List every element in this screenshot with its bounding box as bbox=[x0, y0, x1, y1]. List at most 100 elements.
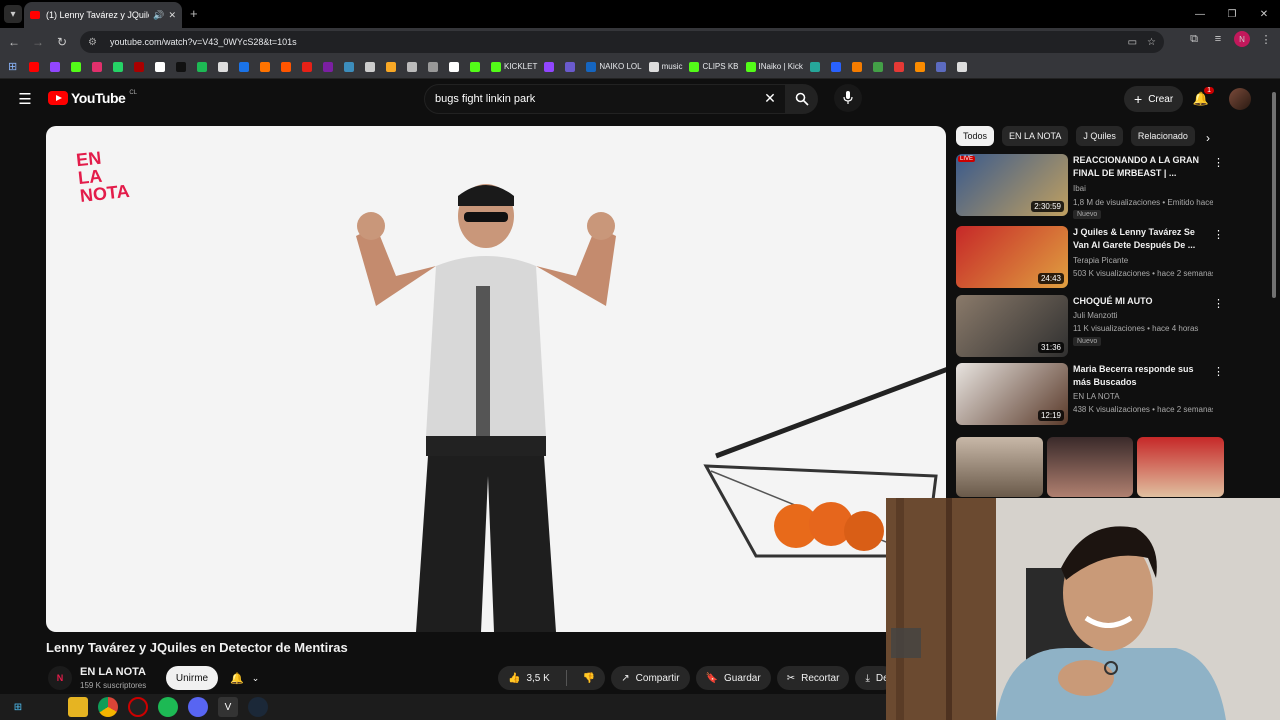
channel-name[interactable]: EN LA NOTA bbox=[80, 666, 146, 678]
recommendation-channel[interactable]: Ibai bbox=[1073, 184, 1213, 193]
bookmark-item[interactable] bbox=[956, 60, 971, 74]
bookmark-item[interactable] bbox=[176, 60, 190, 74]
dislike-button[interactable]: 👎 bbox=[573, 666, 605, 690]
scrollbar-thumb[interactable] bbox=[1272, 92, 1276, 298]
media-controls-icon[interactable]: ≡ bbox=[1210, 31, 1226, 47]
bookmark-star-icon[interactable]: ☆ bbox=[1147, 37, 1156, 48]
steam-icon[interactable] bbox=[248, 697, 268, 717]
menu-icon[interactable]: ☰ bbox=[16, 90, 34, 108]
subscription-bell-button[interactable]: 🔔 ⌄ bbox=[226, 666, 268, 690]
recommendation-item[interactable]: 31:36 CHOQUÉ MI AUTO Juli Manzotti 11 K … bbox=[956, 295, 1224, 359]
more-vert-icon[interactable]: ⋮ bbox=[1213, 365, 1224, 378]
bookmark-item[interactable] bbox=[260, 60, 274, 74]
recommendation-item[interactable]: 24:43 J Quiles & Lenny Tavárez Se Van Al… bbox=[956, 226, 1224, 290]
file-explorer-icon[interactable] bbox=[68, 697, 88, 717]
bookmark-item[interactable] bbox=[218, 60, 232, 74]
bookmark-item[interactable] bbox=[449, 60, 463, 74]
windows-start-icon[interactable]: ⊞ bbox=[8, 697, 28, 717]
bookmark-item[interactable] bbox=[428, 60, 442, 74]
bookmark-item[interactable] bbox=[407, 60, 421, 74]
bookmark-item[interactable] bbox=[29, 60, 43, 74]
more-vert-icon[interactable]: ⋮ bbox=[1213, 297, 1224, 310]
bookmark-item[interactable] bbox=[323, 60, 337, 74]
bookmark-item[interactable] bbox=[281, 60, 295, 74]
mic-icon[interactable] bbox=[834, 84, 862, 112]
chip-en-la-nota[interactable]: EN LA NOTA bbox=[1002, 126, 1069, 146]
tab-close-icon[interactable]: ✕ bbox=[168, 10, 176, 21]
recommendation-channel[interactable]: Terapia Picante bbox=[1073, 256, 1213, 265]
tab-search-icon[interactable]: ▾ bbox=[4, 5, 22, 23]
recommendation-channel[interactable]: EN LA NOTA bbox=[1073, 392, 1213, 401]
chip-relacionado[interactable]: Relacionado bbox=[1130, 126, 1195, 146]
recommendation-channel[interactable]: Juli Manzotti bbox=[1073, 311, 1213, 320]
bookmark-item[interactable] bbox=[914, 60, 929, 74]
bookmark-item[interactable] bbox=[113, 60, 127, 74]
bookmark-item[interactable] bbox=[470, 60, 484, 74]
extensions-icon[interactable]: ⧉ bbox=[1186, 31, 1202, 47]
bookmark-item[interactable] bbox=[71, 60, 85, 74]
recommendation-thumbnail[interactable]: 12:19 bbox=[956, 363, 1068, 425]
chrome-icon[interactable] bbox=[98, 697, 118, 717]
page-scrollbar[interactable] bbox=[1270, 86, 1278, 298]
bookmark-item[interactable] bbox=[50, 60, 64, 74]
recommendation-item[interactable]: LIVE 2:30:59 REACCIONANDO A LA GRAN FINA… bbox=[956, 154, 1224, 219]
install-app-icon[interactable]: ▭ bbox=[1128, 37, 1137, 48]
short-thumbnail[interactable] bbox=[1137, 437, 1225, 497]
bookmark-item[interactable] bbox=[935, 60, 950, 74]
recommendation-title[interactable]: Maria Becerra responde sus más Buscados bbox=[1073, 363, 1207, 389]
video-player[interactable]: EN LA NOTA bbox=[46, 126, 946, 632]
bookmark-item[interactable] bbox=[155, 60, 169, 74]
bell-icon[interactable]: 🔔 1 bbox=[1190, 87, 1214, 110]
vegas-icon[interactable]: V bbox=[218, 697, 238, 717]
more-vert-icon[interactable]: ⋮ bbox=[1213, 156, 1224, 169]
account-avatar[interactable] bbox=[1229, 88, 1251, 110]
bookmark-item[interactable] bbox=[365, 60, 379, 74]
profile-avatar[interactable]: N bbox=[1234, 31, 1250, 47]
search-icon[interactable] bbox=[786, 84, 818, 114]
taskbar-search-icon[interactable] bbox=[38, 697, 58, 717]
chip-j-quiles[interactable]: J Quiles bbox=[1076, 126, 1123, 146]
recommendation-thumbnail[interactable]: 31:36 bbox=[956, 295, 1068, 357]
chip-todos[interactable]: Todos bbox=[956, 126, 995, 146]
new-tab-button[interactable]: + bbox=[190, 6, 198, 21]
bookmark-item[interactable] bbox=[302, 60, 316, 74]
bookmark-item[interactable]: CLIPS KB bbox=[689, 60, 739, 74]
save-button[interactable]: 🔖 Guardar bbox=[695, 666, 771, 690]
close-window-icon[interactable]: ✕ bbox=[1248, 0, 1280, 28]
recommendation-item[interactable]: 12:19 Maria Becerra responde sus más Bus… bbox=[956, 363, 1224, 427]
short-thumbnail[interactable] bbox=[956, 437, 1043, 497]
bookmark-item[interactable] bbox=[809, 60, 824, 74]
more-vert-icon[interactable]: ⋮ bbox=[1213, 228, 1224, 241]
bookmark-item[interactable] bbox=[239, 60, 253, 74]
recommendation-title[interactable]: REACCIONANDO A LA GRAN FINAL DE MRBEAST … bbox=[1073, 154, 1207, 180]
bookmark-item[interactable] bbox=[872, 60, 887, 74]
clip-button[interactable]: ✂ Recortar bbox=[776, 666, 850, 690]
bookmark-item[interactable] bbox=[544, 60, 558, 74]
spotify-icon[interactable] bbox=[158, 697, 178, 717]
restore-icon[interactable]: ❐ bbox=[1216, 0, 1248, 28]
bookmark-item[interactable] bbox=[134, 60, 148, 74]
channel-avatar[interactable]: N bbox=[48, 666, 72, 690]
speaker-icon[interactable]: 🔊 bbox=[153, 10, 164, 21]
bookmark-item[interactable]: KICKLET bbox=[491, 60, 537, 74]
recommendation-thumbnail[interactable]: LIVE 2:30:59 bbox=[956, 154, 1068, 216]
bookmark-item[interactable] bbox=[830, 60, 845, 74]
short-thumbnail[interactable] bbox=[1046, 437, 1134, 497]
bookmark-item[interactable] bbox=[197, 60, 211, 74]
site-info-icon[interactable]: ⚙ bbox=[88, 37, 102, 48]
browser-tab-active[interactable]: (1) Lenny Tavárez y JQuiles 🔊 ✕ bbox=[24, 2, 182, 28]
bookmark-item[interactable] bbox=[565, 60, 579, 74]
forward-icon[interactable]: → bbox=[26, 30, 50, 54]
search-input[interactable]: bugs fight linkin park bbox=[424, 84, 786, 114]
youtube-logo[interactable]: YouTube CL bbox=[48, 90, 137, 106]
chevron-right-icon[interactable]: › bbox=[1200, 130, 1216, 146]
discord-icon[interactable] bbox=[188, 697, 208, 717]
bookmark-item[interactable] bbox=[92, 60, 106, 74]
bookmark-item[interactable] bbox=[851, 60, 866, 74]
app-icon[interactable] bbox=[128, 697, 148, 717]
recommendation-title[interactable]: J Quiles & Lenny Tavárez Se Van Al Garet… bbox=[1073, 226, 1207, 252]
address-bar[interactable]: ⚙ youtube.com/watch?v=V43_0WYcS28&t=101s… bbox=[80, 31, 1164, 53]
recommendation-thumbnail[interactable]: 24:43 bbox=[956, 226, 1068, 288]
share-button[interactable]: ↗ Compartir bbox=[611, 666, 690, 690]
recommendation-title[interactable]: CHOQUÉ MI AUTO bbox=[1073, 295, 1207, 308]
